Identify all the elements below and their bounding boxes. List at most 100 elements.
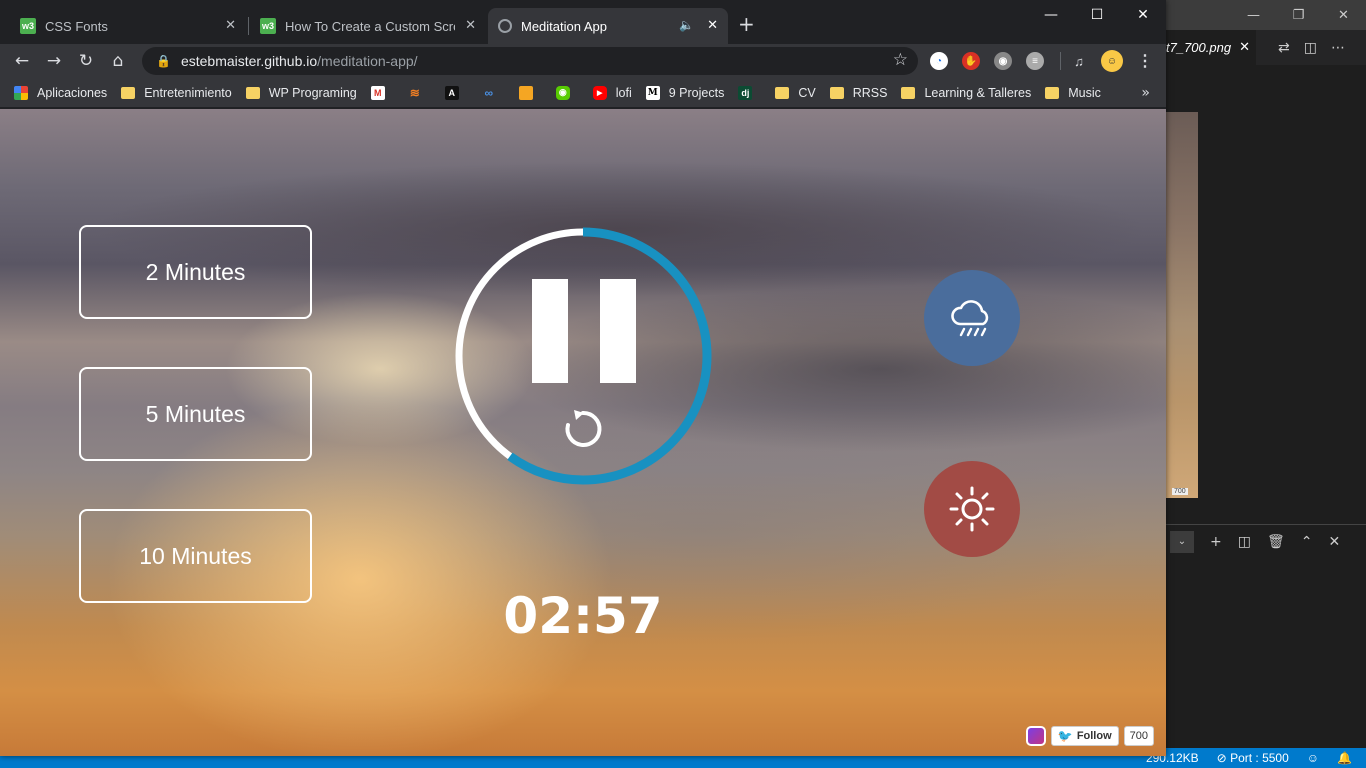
reload-icon[interactable]: ↻ (74, 49, 98, 73)
live-server-port[interactable]: ⊘ Port : 5500 (1217, 751, 1289, 765)
extension-icon[interactable]: ◔ (930, 52, 948, 70)
meditation-app: 2 Minutes 5 Minutes 10 Minutes 02:57 🐦 F… (0, 109, 1166, 756)
tab-custom-scrollbar[interactable]: w3 How To Create a Custom Scrollba ✕ (250, 8, 486, 44)
split-editor-icon[interactable]: ◫ (1304, 40, 1317, 56)
feedback-icon[interactable]: ☺ (1307, 751, 1319, 765)
extension-icon[interactable]: ≡ (1026, 52, 1044, 70)
more-icon[interactable]: ⋯ (1331, 40, 1345, 56)
browser-window: w3 CSS Fonts ✕ w3 How To Create a Custom… (0, 0, 1166, 756)
terminal-dropdown[interactable]: ⌄ (1170, 530, 1194, 553)
django-icon: dj (738, 85, 753, 100)
new-tab-icon[interactable]: + (738, 14, 755, 34)
compare-icon[interactable]: ⇄ (1278, 40, 1290, 56)
bookmark-rrss[interactable]: RRSS (829, 86, 887, 100)
devhints-icon: A (444, 85, 459, 100)
close-tab-icon[interactable]: ✕ (225, 18, 236, 33)
split-terminal-icon[interactable]: ◫ (1238, 534, 1251, 550)
bookmarks-bar: Aplicaciones Entretenimiento WP Programi… (0, 78, 1166, 108)
codepen-icon: ∞ (484, 85, 494, 100)
bell-icon[interactable]: 🔔 (1337, 751, 1352, 765)
minimize-icon[interactable]: — (1028, 0, 1074, 30)
time-10-minutes-button[interactable]: 10 Minutes (79, 509, 312, 603)
trash-icon[interactable]: 🗑 (1267, 534, 1285, 550)
medium-icon: M (645, 85, 660, 100)
bookmark-duolingo[interactable]: ◉ (555, 85, 579, 100)
vscode-editor-tab[interactable]: t7_700.png ✕ (1166, 30, 1256, 65)
menu-icon[interactable]: ⋮ (1136, 52, 1154, 70)
globe-icon (498, 19, 512, 33)
tab-strip: w3 CSS Fonts ✕ w3 How To Create a Custom… (0, 0, 1166, 44)
image-tag: 700 (1172, 488, 1188, 495)
duolingo-icon: ◉ (555, 85, 570, 100)
back-icon[interactable]: ← (10, 49, 34, 73)
twitter-follow-button[interactable]: 🐦 Follow (1050, 726, 1119, 746)
home-icon[interactable]: ⌂ (106, 49, 130, 73)
close-tab-icon[interactable]: ✕ (707, 18, 718, 33)
bookmark-cv[interactable]: CV (775, 86, 816, 100)
rain-cloud-icon (951, 300, 989, 337)
tab-css-fonts[interactable]: w3 CSS Fonts ✕ (10, 8, 246, 44)
bookmark-devhints[interactable]: A (444, 85, 468, 100)
bookmark-django[interactable]: dj (738, 85, 761, 100)
time-2-minutes-button[interactable]: 2 Minutes (79, 225, 312, 319)
forward-icon[interactable]: → (42, 49, 66, 73)
bookmark-box[interactable] (518, 85, 542, 100)
maximize-icon[interactable]: ☐ (1074, 0, 1120, 30)
bookmark-entretenimiento[interactable]: Entretenimiento (121, 86, 232, 100)
bookmark-music[interactable]: Music (1045, 86, 1101, 100)
time-5-minutes-button[interactable]: 5 Minutes (79, 367, 312, 461)
social-links: 🐦 Follow 700 (1025, 726, 1154, 746)
youtube-icon: ▶ (592, 85, 607, 100)
twitter-icon: 🐦 (1057, 729, 1073, 743)
add-icon[interactable]: + (1210, 534, 1222, 550)
chevron-up-icon[interactable]: ⌃ (1301, 534, 1313, 550)
avatar[interactable]: ☺ (1101, 50, 1123, 72)
browser-toolbar: ← → ↻ ⌂ 🔒 estebmaister.github.io/meditat… (0, 44, 1166, 78)
bookmark-lofi[interactable]: ▶ lofi (592, 85, 632, 100)
folder-icon (829, 86, 844, 99)
tab-meditation-app[interactable]: Meditation App 🔈 ✕ (488, 8, 728, 44)
time-display: 02:57 (503, 587, 663, 645)
close-icon[interactable]: ✕ (1328, 534, 1340, 550)
image-preview (1166, 112, 1198, 498)
folder-icon (901, 86, 916, 99)
instagram-icon[interactable] (1025, 726, 1046, 746)
speaker-icon[interactable]: 🔈 (679, 18, 694, 32)
close-tab-icon[interactable]: ✕ (465, 18, 476, 33)
chevron-double-right-icon[interactable]: » (1141, 85, 1150, 101)
folder-icon (775, 86, 790, 99)
w3schools-icon: w3 (20, 18, 36, 34)
pause-icon[interactable] (532, 279, 636, 383)
replay-icon[interactable] (560, 406, 606, 452)
bookmark-star-icon[interactable]: ☆ (893, 50, 908, 70)
bookmark-gmail[interactable]: M (370, 85, 394, 100)
vscode-tab-title: t7_700.png (1166, 40, 1232, 55)
panel-toolbar: ⌄ + ◫ 🗑 ⌃ ✕ (1166, 524, 1366, 558)
follower-count: 700 (1123, 726, 1154, 746)
bookmark-stackoverflow[interactable]: ≋ (408, 86, 431, 100)
vscode-titlebar: — ❐ ✕ (1166, 0, 1366, 30)
apps-grid-icon (14, 85, 28, 100)
bookmark-learning-talleres[interactable]: Learning & Talleres (901, 86, 1031, 100)
minimize-icon[interactable]: — (1231, 0, 1276, 30)
bookmark-apps[interactable]: Aplicaciones (14, 85, 107, 100)
address-bar[interactable]: 🔒 estebmaister.github.io/meditation-app/… (142, 47, 918, 75)
extension-icon[interactable]: ✋ (962, 52, 980, 70)
close-icon[interactable]: ✕ (1120, 0, 1166, 30)
beach-sound-button[interactable] (924, 461, 1020, 557)
vscode-tabbar: t7_700.png ✕ ⇄ ◫ ⋯ (1166, 30, 1366, 65)
extension-icon[interactable]: ◉ (994, 52, 1012, 70)
lock-icon[interactable]: 🔒 (156, 54, 171, 68)
sun-icon (949, 486, 995, 532)
w3schools-icon: w3 (260, 18, 276, 34)
gmail-icon: M (370, 85, 385, 100)
rain-sound-button[interactable] (924, 270, 1020, 366)
bookmark-wp-programing[interactable]: WP Programing (245, 86, 357, 100)
close-icon[interactable]: ✕ (1321, 0, 1366, 30)
bookmark-codepen[interactable]: ∞ (482, 86, 505, 100)
url-host: estebmaister.github.io (180, 53, 318, 69)
bookmark-9-projects[interactable]: M 9 Projects (645, 85, 724, 100)
close-icon[interactable]: ✕ (1239, 40, 1250, 55)
restore-icon[interactable]: ❐ (1276, 0, 1321, 30)
media-control-icon[interactable]: ♫ (1070, 52, 1088, 70)
